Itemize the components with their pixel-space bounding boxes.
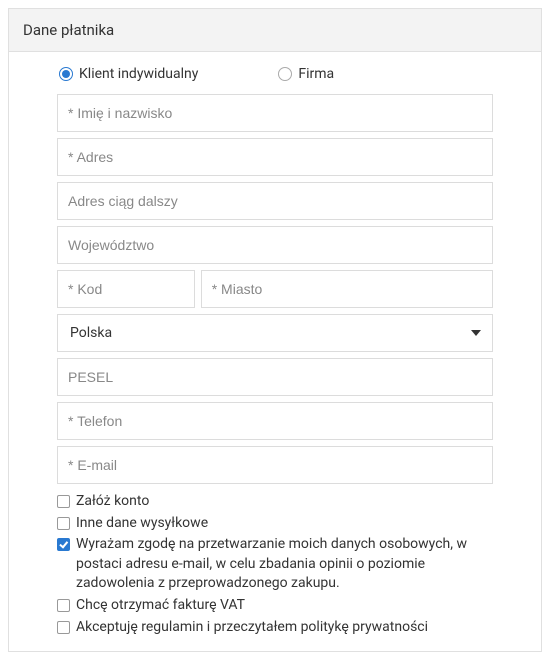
vat-invoice-checkbox[interactable] [57, 599, 70, 612]
phone-field[interactable] [57, 402, 493, 440]
address-field[interactable] [57, 138, 493, 176]
address2-field[interactable] [57, 182, 493, 220]
country-selected: Polska [57, 314, 493, 352]
email-field[interactable] [57, 446, 493, 484]
country-select[interactable]: Polska [57, 314, 493, 352]
marketing-consent-label: Wyrażam zgodę na przetwarzanie moich dan… [76, 535, 493, 594]
city-field[interactable] [201, 270, 493, 308]
terms-label: Akceptuję regulamin i przeczytałem polit… [76, 618, 428, 638]
name-field[interactable] [57, 94, 493, 132]
region-field[interactable] [57, 226, 493, 264]
create-account-row: Załóż konto [57, 492, 493, 512]
create-account-checkbox[interactable] [57, 495, 70, 508]
radio-individual[interactable]: Klient indywidualny [59, 66, 198, 82]
radio-company-label: Firma [298, 66, 334, 82]
panel-title: Dane płatnika [9, 9, 541, 52]
terms-row: Akceptuję regulamin i przeczytałem polit… [57, 618, 493, 638]
pesel-field[interactable] [57, 358, 493, 396]
caret-down-icon [471, 330, 481, 336]
radio-company[interactable]: Firma [278, 66, 334, 82]
zip-city-row [57, 270, 493, 308]
radio-icon [59, 67, 73, 81]
terms-checkbox[interactable] [57, 621, 70, 634]
diff-shipping-label: Inne dane wysyłkowe [76, 514, 208, 534]
marketing-consent-checkbox[interactable] [57, 538, 70, 551]
payer-panel: Dane płatnika Klient indywidualny Firma … [8, 8, 542, 652]
zip-field[interactable] [57, 270, 195, 308]
vat-invoice-row: Chcę otrzymać fakturę VAT [57, 596, 493, 616]
panel-body: Klient indywidualny Firma Polska Załóż k… [9, 52, 541, 651]
customer-type-group: Klient indywidualny Firma [57, 66, 493, 82]
vat-invoice-label: Chcę otrzymać fakturę VAT [76, 596, 245, 616]
create-account-label: Załóż konto [76, 492, 149, 512]
diff-shipping-checkbox[interactable] [57, 517, 70, 530]
diff-shipping-row: Inne dane wysyłkowe [57, 514, 493, 534]
marketing-consent-row: Wyrażam zgodę na przetwarzanie moich dan… [57, 535, 493, 594]
radio-icon [278, 67, 292, 81]
radio-individual-label: Klient indywidualny [79, 66, 198, 82]
